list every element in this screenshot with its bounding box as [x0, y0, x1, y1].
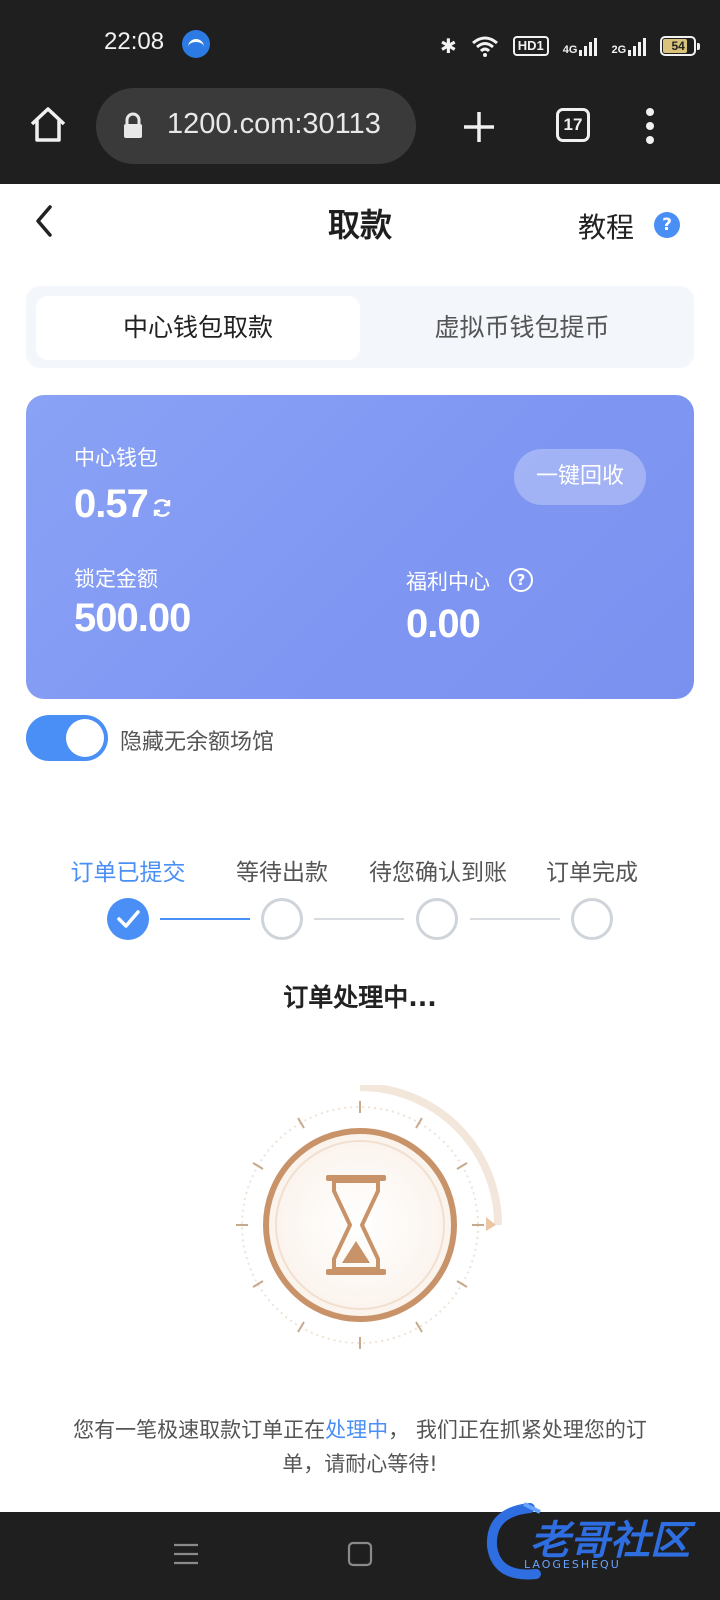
new-tab-icon[interactable] — [462, 110, 496, 144]
center-wallet-label: 中心钱包 — [74, 446, 158, 470]
check-icon — [117, 910, 140, 928]
locked-amount-value: 500.00 — [74, 596, 191, 640]
home-icon[interactable] — [28, 104, 68, 144]
processing-status: 订单处理中... — [283, 983, 437, 1012]
tab-switcher-button[interactable]: 17 — [556, 108, 590, 142]
lock-icon — [124, 112, 142, 138]
step-label-waiting: 等待出款 — [236, 860, 328, 886]
welfare-help-icon[interactable]: ? — [509, 568, 533, 592]
bluetooth-icon: ✱ — [440, 35, 457, 58]
wallet-card — [26, 395, 694, 699]
tab-center-wallet[interactable]: 中心钱包取款 — [36, 296, 360, 360]
battery-icon: 54 — [660, 36, 701, 56]
tab-crypto-wallet[interactable]: 虚拟币钱包提币 — [360, 296, 684, 360]
step-connector-2 — [314, 918, 404, 920]
status-time: 22:08 — [104, 28, 165, 55]
step-dot-confirm — [416, 898, 458, 940]
step-dot-waiting — [261, 898, 303, 940]
toggle-knob — [66, 719, 104, 757]
step-connector-3 — [470, 918, 560, 920]
tutorial-link[interactable]: 教程 — [578, 206, 634, 246]
center-wallet-value: 0.57 — [74, 482, 149, 526]
signal-4g-icon: 4G — [563, 36, 598, 56]
watermark-subtext: LAOGESHEQU — [524, 1558, 621, 1571]
hourglass-illustration — [236, 1085, 502, 1349]
wifi-icon — [471, 36, 498, 57]
step-label-submitted: 订单已提交 — [70, 860, 186, 886]
app-notification-icon — [182, 30, 210, 58]
help-icon[interactable]: ? — [654, 212, 680, 238]
step-connector-1 — [160, 918, 250, 920]
processing-highlight: 处理中 — [325, 1418, 389, 1442]
recycle-all-button[interactable]: 一键回收 — [514, 449, 646, 505]
hd-voice-icon: HD1 — [512, 36, 549, 56]
welfare-center-label: 福利中心 — [406, 570, 490, 594]
processing-notice: 您有一笔极速取款订单正在处理中， 我们正在抓紧处理您的订单，请耐心等待! — [73, 1418, 647, 1476]
home-nav-icon[interactable] — [346, 1540, 374, 1568]
signal-2g-icon: 2G — [611, 36, 647, 56]
step-dot-complete — [571, 898, 613, 940]
url-text[interactable]: 1200.com:30113 — [167, 108, 381, 141]
recents-menu-icon[interactable] — [172, 1540, 200, 1568]
step-label-complete: 订单完成 — [546, 860, 638, 886]
status-icons: ✱ HD1 4G 2G 54 — [440, 32, 701, 60]
step-label-confirm: 待您确认到账 — [369, 860, 507, 886]
welfare-center-value: 0.00 — [406, 602, 481, 646]
hide-empty-label: 隐藏无余额场馆 — [120, 730, 275, 755]
refresh-icon[interactable] — [150, 496, 174, 520]
step-dot-submitted — [107, 898, 149, 940]
locked-amount-label: 锁定金额 — [74, 567, 158, 591]
more-menu-icon[interactable] — [646, 108, 656, 144]
